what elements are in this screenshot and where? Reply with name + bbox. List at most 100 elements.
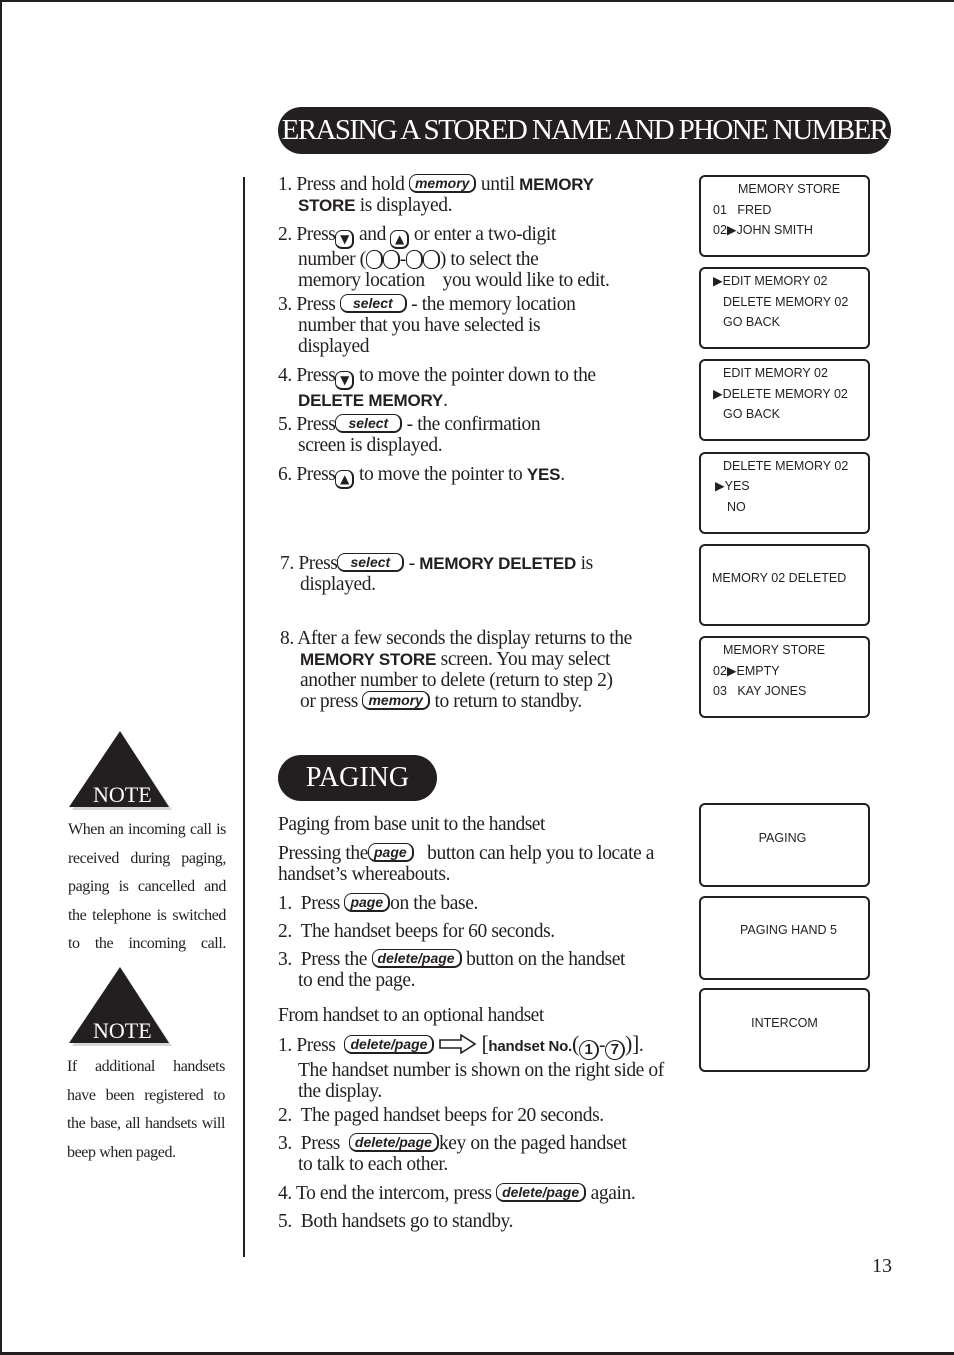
lcd-line: PAGING HAND 5	[739, 923, 837, 937]
page-key[interactable]: page	[344, 893, 391, 912]
erase-step-7: 7. Press select - MEMORY DELETED is displ…	[280, 553, 593, 595]
down-arrow-key-icon[interactable]: ▼	[335, 230, 355, 249]
step-text: ) to select the	[439, 249, 539, 270]
lcd-line: DELETE MEMORY 02	[723, 295, 849, 309]
arrow-right-icon	[439, 1033, 477, 1055]
step-text: Press	[298, 553, 338, 574]
lcd-line: ▶DELETE MEMORY 02	[713, 387, 848, 401]
page-number: 13	[872, 1255, 892, 1277]
subheading-base-to-handset: Paging from base unit to the handset	[278, 814, 545, 835]
erase-step-4: 4. Press ▼ to move the pointer down to th…	[278, 365, 596, 411]
page-key[interactable]: page	[368, 843, 414, 862]
memory-key[interactable]: memory	[408, 174, 477, 193]
section-title-text: ERASING A STORED NAME AND PHONE NUMBER	[281, 114, 889, 146]
lcd-screen-delete-menu: EDIT MEMORY 02 ▶DELETE MEMORY 02 GO BACK	[699, 359, 870, 441]
step-text: After a few seconds the display returns …	[297, 628, 632, 649]
step-text: to move the pointer down to the	[358, 365, 596, 386]
section-title-text: PAGING	[305, 762, 410, 793]
section-title-paging: PAGING	[278, 755, 437, 801]
step-number: 5.	[278, 1211, 292, 1232]
step-text: button can help you to locate a	[427, 843, 655, 864]
step-number: 4.	[278, 365, 292, 386]
key-1-icon[interactable]: 1	[578, 1039, 599, 1060]
step-number: 1.	[278, 1035, 292, 1056]
erase-step-2: 2. Press ▼ and ▲ or enter a two-digit num…	[278, 224, 610, 291]
memory-key[interactable]: memory	[362, 691, 430, 710]
lcd-screen-edit-menu: ▶EDIT MEMORY 02 DELETE MEMORY 02 GO BACK	[699, 267, 870, 349]
paging-handset-step-4: 4. To end the intercom, press delete/pag…	[278, 1183, 636, 1204]
step-text: handset’s whereabouts.	[278, 864, 451, 885]
lcd-line: MEMORY STORE	[723, 643, 826, 657]
erase-step-5: 5. Press select - the confirmation screen…	[278, 414, 541, 456]
paging-intro: Pressing the page button can help you to …	[278, 843, 654, 885]
digit-key-icon	[382, 250, 400, 269]
lcd-line: MEMORY STORE	[738, 182, 841, 196]
step-text: Press	[300, 1133, 341, 1154]
erase-step-1: 1. Press and hold memory until MEMORY ST…	[278, 174, 594, 216]
step-number: 4.	[278, 1183, 292, 1204]
note-text: If additional handsets have been registe…	[67, 1058, 225, 1161]
step-number: 7.	[280, 553, 294, 574]
display-text: STORE	[298, 196, 356, 215]
subheading-handset-to-handset: From handset to an optional handset	[278, 1005, 544, 1026]
step-number: 1.	[278, 893, 292, 914]
dash: -	[598, 1035, 606, 1056]
display-text: MEMORY STORE	[300, 650, 437, 669]
step-text: memory location	[298, 270, 425, 291]
step-text: Press	[300, 893, 341, 914]
step-text: Press	[296, 224, 336, 245]
up-arrow-key-icon[interactable]: ▲	[335, 470, 355, 489]
paging-base-step-2: 2. The handset beeps for 60 seconds.	[278, 921, 555, 942]
lcd-line: INTERCOM	[751, 1016, 818, 1030]
lcd-screen-intercom: INTERCOM	[699, 988, 870, 1072]
step-text: is displayed.	[359, 195, 453, 216]
step-number: 8.	[280, 628, 294, 649]
paging-handset-step-1: 1. Press delete/page [handset No.(1-7)].…	[278, 1033, 664, 1102]
step-text: displayed	[298, 336, 370, 357]
step-number: 2.	[278, 224, 292, 245]
paging-handset-step-3: 3. Press delete/page key on the paged han…	[278, 1133, 627, 1175]
down-arrow-key-icon[interactable]: ▼	[335, 371, 355, 390]
lcd-screen-paging: PAGING	[699, 803, 870, 887]
step-text: displayed.	[300, 574, 376, 595]
erase-step-8: 8. After a few seconds the display retur…	[280, 628, 632, 712]
select-key[interactable]: select	[337, 553, 405, 572]
lcd-line: DELETE MEMORY 02	[723, 459, 849, 473]
lcd-line: ▶YES	[715, 479, 750, 493]
delete-page-key[interactable]: delete/page	[371, 949, 462, 968]
display-text: YES	[526, 465, 561, 484]
note-label: NOTE	[93, 1018, 152, 1043]
delete-page-key[interactable]: delete/page	[348, 1133, 439, 1152]
step-text: The paged handset beeps for 20 seconds.	[300, 1105, 604, 1126]
step-text: .	[560, 464, 565, 485]
step-text: .	[443, 390, 448, 411]
lcd-line: EDIT MEMORY 02	[723, 366, 828, 380]
step-text: - the confirmation	[406, 414, 541, 435]
digit-key-icon	[365, 250, 383, 269]
up-arrow-key-icon[interactable]: ▲	[390, 230, 410, 249]
paren: (	[572, 1031, 579, 1056]
select-key[interactable]: select	[335, 414, 403, 433]
delete-page-key[interactable]: delete/page	[496, 1183, 587, 1202]
step-text: Press	[296, 1035, 336, 1056]
step-text: to move the pointer to	[358, 464, 523, 485]
step-text: on the base.	[390, 893, 478, 914]
step-text: you would like to edit.	[442, 270, 610, 291]
step-text: Press the	[300, 949, 368, 970]
select-key[interactable]: select	[339, 294, 407, 313]
step-number: 2.	[278, 1105, 292, 1126]
step-text: Press	[296, 414, 336, 435]
bracket: ]	[631, 1031, 639, 1056]
key-7-icon[interactable]: 7	[605, 1039, 626, 1060]
step-text: screen is displayed.	[298, 435, 443, 456]
step-text: is	[580, 553, 594, 574]
lcd-line: 01 FRED	[713, 203, 772, 217]
paren: )	[625, 1031, 632, 1056]
paging-handset-step-5: 5. Both handsets go to standby.	[278, 1211, 514, 1232]
digit-key-icon	[422, 250, 440, 269]
step-number: 3.	[278, 294, 292, 315]
lcd-line: NO	[727, 500, 746, 514]
step-text: number (	[298, 249, 366, 270]
delete-page-key[interactable]: delete/page	[344, 1035, 435, 1054]
digit-key-icon	[405, 250, 423, 269]
